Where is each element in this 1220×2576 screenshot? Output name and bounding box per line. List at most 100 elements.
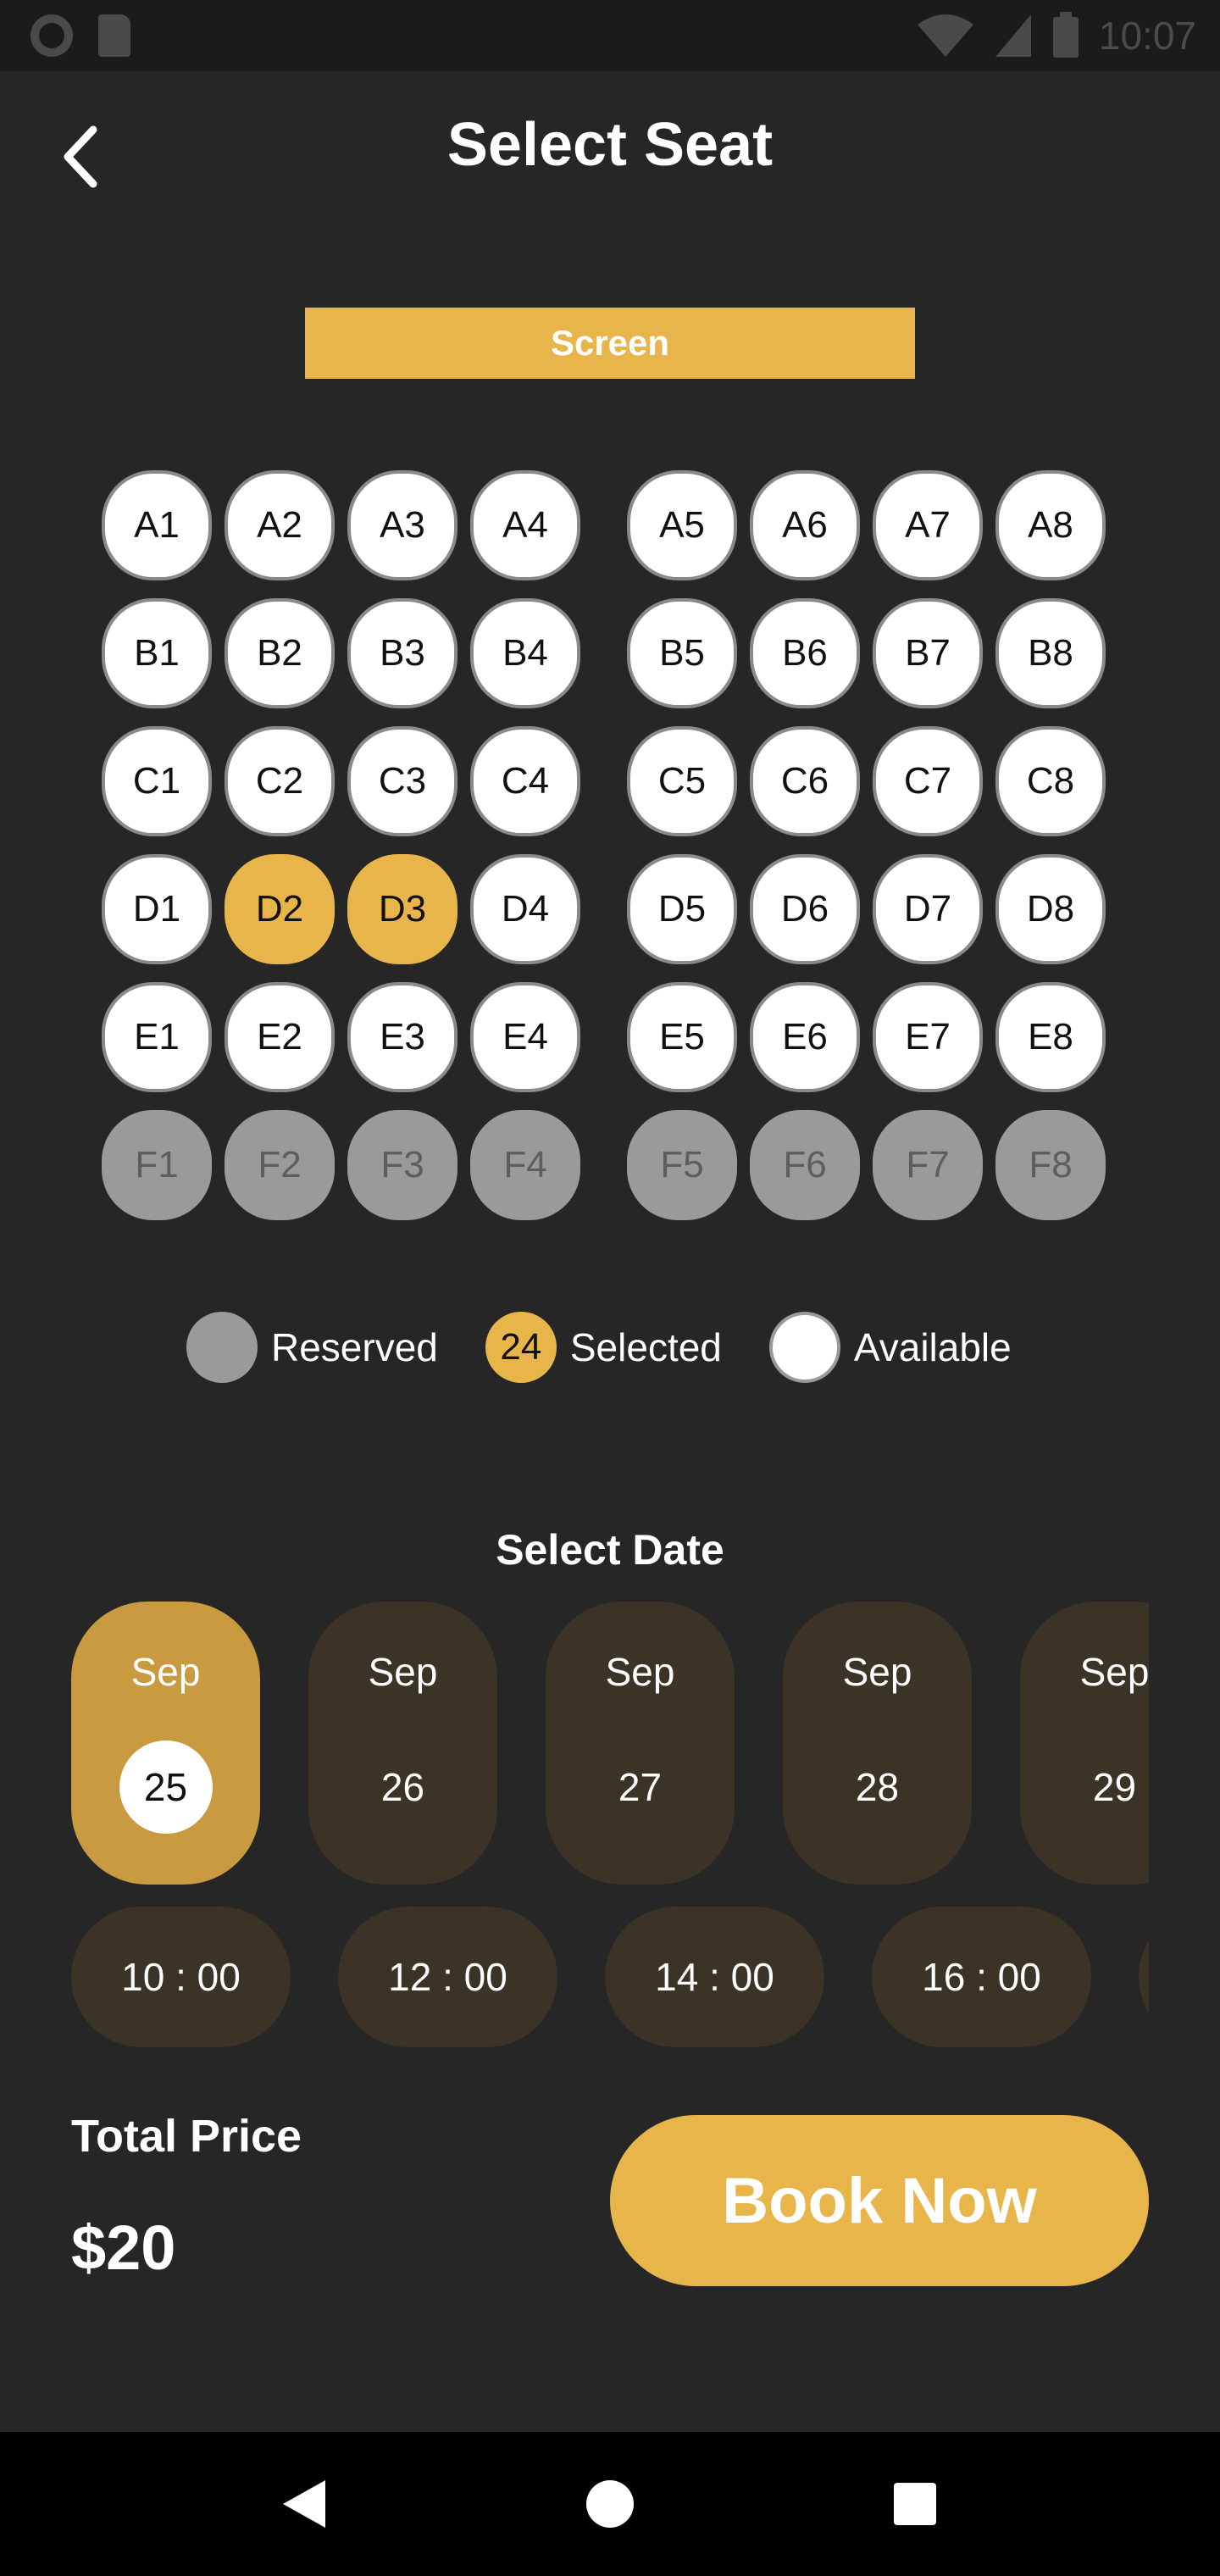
legend-available: Available [768, 1312, 1012, 1383]
seat-c8[interactable]: C8 [995, 726, 1106, 836]
seat-d6[interactable]: D6 [750, 854, 860, 964]
battery-icon [1052, 12, 1079, 58]
seat-a8[interactable]: A8 [995, 470, 1106, 580]
seat-a3[interactable]: A3 [347, 470, 458, 580]
legend-reserved-label: Reserved [271, 1325, 438, 1369]
notification-icon [30, 14, 73, 57]
seat-f1: F1 [102, 1110, 212, 1220]
legend-reserved: Reserved [186, 1312, 438, 1383]
book-now-button[interactable]: Book Now [610, 2115, 1149, 2286]
seat-block-right: E5 E6 E7 E8 [627, 982, 1106, 1092]
seat-c5[interactable]: C5 [627, 726, 737, 836]
seat-c3[interactable]: C3 [347, 726, 458, 836]
seat-c4[interactable]: C4 [470, 726, 580, 836]
seat-block-right: F5 F6 F7 F8 [627, 1110, 1106, 1220]
seat-b4[interactable]: B4 [470, 598, 580, 708]
square-recents-icon [894, 2483, 936, 2525]
date-day: 26 [380, 1765, 425, 1809]
legend-selected: 24 Selected [485, 1312, 722, 1383]
seat-f2: F2 [225, 1110, 335, 1220]
seat-e5[interactable]: E5 [627, 982, 737, 1092]
seat-row: F1 F2 F3 F4 F5 F6 F7 F8 [102, 1110, 1118, 1220]
circle-home-icon [586, 2480, 634, 2528]
seat-d4[interactable]: D4 [470, 854, 580, 964]
seat-block-right: B5 B6 B7 B8 [627, 598, 1106, 708]
date-strip: Sep 25 Sep 26 Sep 27 Sep 28 Sep 29 [71, 1602, 1149, 1885]
seat-e2[interactable]: E2 [225, 982, 335, 1092]
seat-e3[interactable]: E3 [347, 982, 458, 1092]
seat-c1[interactable]: C1 [102, 726, 212, 836]
system-nav-bar [0, 2432, 1220, 2576]
available-swatch [768, 1312, 840, 1383]
seat-row: B1 B2 B3 B4 B5 B6 B7 B8 [102, 598, 1118, 708]
date-month: Sep [605, 1650, 675, 1694]
legend-selected-label: Selected [569, 1325, 722, 1369]
seat-d2[interactable]: D2 [225, 854, 335, 964]
time-option[interactable]: 12 : 00 [338, 1907, 557, 2047]
seat-a2[interactable]: A2 [225, 470, 335, 580]
seat-b7[interactable]: B7 [873, 598, 983, 708]
date-day: 28 [855, 1765, 900, 1809]
total-price-value: $20 [71, 2212, 176, 2283]
seat-b6[interactable]: B6 [750, 598, 860, 708]
seat-e4[interactable]: E4 [470, 982, 580, 1092]
seat-b8[interactable]: B8 [995, 598, 1106, 708]
seat-c2[interactable]: C2 [225, 726, 335, 836]
signal-icon [995, 14, 1031, 57]
seat-b2[interactable]: B2 [225, 598, 335, 708]
seat-f3: F3 [347, 1110, 458, 1220]
seat-c6[interactable]: C6 [750, 726, 860, 836]
seat-e1[interactable]: E1 [102, 982, 212, 1092]
date-day: 29 [1092, 1765, 1137, 1809]
seat-f7: F7 [873, 1110, 983, 1220]
seat-a6[interactable]: A6 [750, 470, 860, 580]
seat-d1[interactable]: D1 [102, 854, 212, 964]
seat-b1[interactable]: B1 [102, 598, 212, 708]
date-card[interactable]: Sep 28 [783, 1602, 972, 1885]
date-day: 25 [119, 1740, 213, 1834]
seat-c7[interactable]: C7 [873, 726, 983, 836]
date-day: 27 [618, 1765, 663, 1809]
select-date-title: Select Date [496, 1526, 724, 1574]
page-title: Select Seat [446, 111, 774, 179]
date-month: Sep [130, 1650, 201, 1694]
seat-block-left: F1 F2 F3 F4 [102, 1110, 580, 1220]
date-card[interactable]: Sep 29 [1020, 1602, 1149, 1885]
seat-block-right: A5 A6 A7 A8 [627, 470, 1106, 580]
seat-a4[interactable]: A4 [470, 470, 580, 580]
seat-d5[interactable]: D5 [627, 854, 737, 964]
triangle-back-icon [283, 2480, 325, 2528]
time-option[interactable]: 18 : 00 [1139, 1907, 1149, 2047]
nav-back-button[interactable] [267, 2466, 343, 2542]
date-card[interactable]: Sep 27 [546, 1602, 735, 1885]
seat-e6[interactable]: E6 [750, 982, 860, 1092]
screen-indicator: Screen [305, 308, 915, 379]
seat-d7[interactable]: D7 [873, 854, 983, 964]
seat-e7[interactable]: E7 [873, 982, 983, 1092]
date-card[interactable]: Sep 26 [308, 1602, 497, 1885]
seat-b5[interactable]: B5 [627, 598, 737, 708]
date-card[interactable]: Sep 25 [71, 1602, 260, 1885]
seat-row: C1 C2 C3 C4 C5 C6 C7 C8 [102, 726, 1118, 836]
seat-block-left: B1 B2 B3 B4 [102, 598, 580, 708]
seat-a5[interactable]: A5 [627, 470, 737, 580]
seat-block-left: D1 D2 D3 D4 [102, 854, 580, 964]
seat-a1[interactable]: A1 [102, 470, 212, 580]
time-option[interactable]: 14 : 00 [605, 1907, 824, 2047]
seat-row: E1 E2 E3 E4 E5 E6 E7 E8 [102, 982, 1118, 1092]
time-option[interactable]: 16 : 00 [872, 1907, 1091, 2047]
seat-e8[interactable]: E8 [995, 982, 1106, 1092]
seat-a7[interactable]: A7 [873, 470, 983, 580]
nav-home-button[interactable] [572, 2466, 648, 2542]
date-month: Sep [1079, 1650, 1149, 1694]
seat-f8: F8 [995, 1110, 1106, 1220]
seat-d3[interactable]: D3 [347, 854, 458, 964]
time-strip: 10 : 00 12 : 00 14 : 00 16 : 00 18 : 00 [71, 1907, 1149, 2047]
seat-b3[interactable]: B3 [347, 598, 458, 708]
seat-d8[interactable]: D8 [995, 854, 1106, 964]
time-option[interactable]: 10 : 00 [71, 1907, 291, 2047]
sd-card-icon [98, 14, 130, 57]
seat-grid: A1 A2 A3 A4 A5 A6 A7 A8 B1 B2 B3 B4 B5 B6 B7 B8 C1 C2 C3 C4… [102, 470, 1118, 1238]
date-month: Sep [842, 1650, 912, 1694]
nav-recents-button[interactable] [877, 2466, 953, 2542]
